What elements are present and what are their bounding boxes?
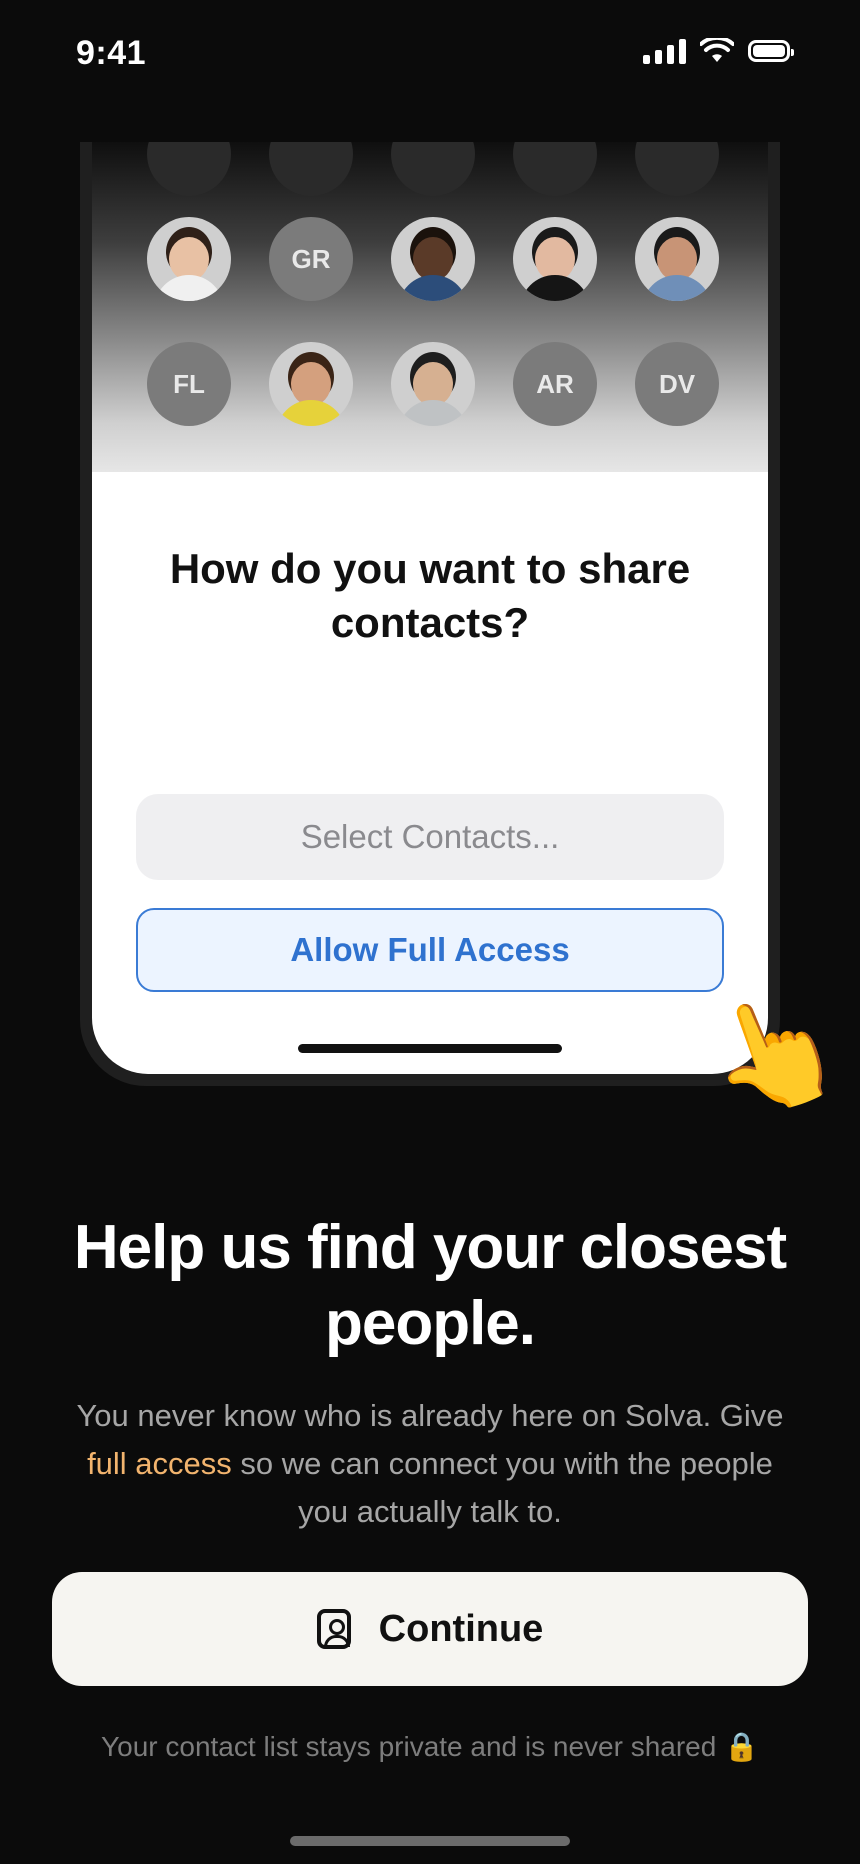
avatar-initials: FL <box>147 342 231 426</box>
avatar-initials: DV <box>635 342 719 426</box>
cellular-signal-icon <box>643 38 686 64</box>
description-text-2: so we can connect you with the people yo… <box>231 1446 773 1529</box>
phone-home-indicator <box>298 1044 562 1053</box>
avatar-row-faded <box>147 142 719 196</box>
man-avatar-2 <box>635 217 719 301</box>
description-text-1: You never know who is already here on So… <box>76 1398 784 1433</box>
continue-label: Continue <box>378 1607 544 1650</box>
status-time: 9:41 <box>76 34 147 72</box>
woman-avatar-1 <box>147 217 231 301</box>
woman-avatar-3 <box>269 342 353 426</box>
continue-button[interactable]: Continue <box>52 1572 808 1686</box>
avatar <box>635 142 719 196</box>
contact-card-icon <box>316 1609 351 1649</box>
man-avatar-1 <box>391 217 475 301</box>
avatar-row-2: FL AR DV <box>147 342 719 426</box>
phone-mockup: GR FL AR DV How do you want to share conta… <box>80 142 780 1086</box>
woman-avatar-2 <box>513 217 597 301</box>
avatar-initials: GR <box>269 217 353 301</box>
avatar <box>391 142 475 196</box>
avatar <box>513 142 597 196</box>
wifi-icon <box>700 38 734 62</box>
allow-full-access-button[interactable]: Allow Full Access <box>136 908 724 992</box>
phone-screen: GR FL AR DV How do you want to share conta… <box>92 142 768 1074</box>
battery-icon <box>748 40 794 62</box>
status-icons <box>643 38 794 64</box>
contacts-grid: GR FL AR DV <box>92 142 768 472</box>
full-access-highlight: full access <box>87 1446 232 1481</box>
headline: Help us find your closest people. <box>73 1213 787 1358</box>
avatar-row-1: GR <box>147 217 719 301</box>
status-bar: 9:41 <box>0 0 860 110</box>
avatar <box>269 142 353 196</box>
avatar <box>147 142 231 196</box>
select-contacts-button[interactable]: Select Contacts... <box>136 794 724 880</box>
description: You never know who is already here on So… <box>60 1392 800 1536</box>
privacy-note: Your contact list stays private and is n… <box>101 1731 759 1762</box>
man-avatar-3 <box>391 342 475 426</box>
avatar-initials: AR <box>513 342 597 426</box>
home-indicator <box>290 1836 570 1846</box>
sheet-title: How do you want to share contacts? <box>169 545 691 646</box>
